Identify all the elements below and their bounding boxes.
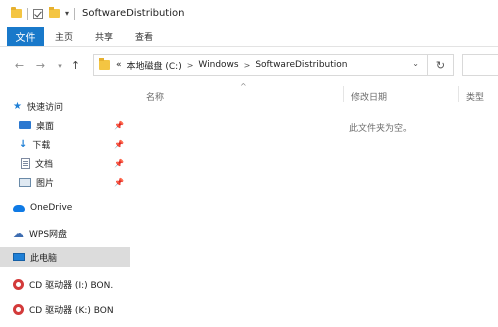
column-divider[interactable] (343, 86, 344, 102)
column-header-name[interactable]: 名称 (146, 90, 164, 103)
breadcrumb-softwaredistribution[interactable]: SoftwareDistribution (255, 60, 347, 70)
sidebar-item-quick-access[interactable]: ★ 快速访问 (0, 96, 130, 116)
pin-icon: 📌 (114, 120, 124, 130)
cd-drive-icon (13, 278, 24, 290)
ribbon-tabs: 文件 主页 共享 查看 (0, 27, 498, 47)
empty-folder-message: 此文件夹为空。 (349, 124, 413, 134)
search-input[interactable] (462, 54, 498, 76)
desktop-icon (19, 121, 31, 129)
sidebar-item-label: 快速访问 (26, 102, 63, 113)
wps-cloud-icon: ☁ (13, 226, 24, 240)
recent-locations-dropdown[interactable]: ▾ (54, 62, 66, 70)
tab-home[interactable]: 主页 (44, 27, 84, 46)
sidebar-item-this-pc[interactable]: 此电脑 (0, 247, 130, 267)
up-arrow-icon[interactable]: ↑ (68, 59, 83, 72)
refresh-button[interactable]: ↻ (428, 54, 454, 76)
sidebar-item-label: 图片 (36, 178, 55, 189)
document-icon (21, 157, 30, 169)
new-folder-icon[interactable] (49, 7, 60, 18)
star-icon: ★ (13, 100, 22, 112)
sidebar-item-pictures[interactable]: 图片 📌 (0, 172, 130, 192)
sidebar-item-downloads[interactable]: ↓ 下载 📌 (0, 134, 130, 154)
onedrive-cloud-icon (13, 204, 25, 212)
properties-icon[interactable] (33, 8, 43, 19)
folder-icon (11, 7, 22, 18)
sidebar-item-label: OneDrive (30, 203, 73, 213)
sidebar-item-wps[interactable]: ☁ WPS网盘 (0, 223, 130, 243)
sidebar-item-label: CD 驱动器 (I:) BON. (29, 280, 114, 291)
sidebar-item-label: 下载 (32, 140, 51, 151)
breadcrumb-windows[interactable]: Windows (198, 60, 238, 70)
title-bar: ▾ SoftwareDistribution (0, 0, 498, 27)
computer-icon (13, 253, 25, 261)
sidebar-item-cd-drive-k[interactable]: CD 驱动器 (K:) BON (0, 299, 130, 319)
chevron-right-icon[interactable]: > (244, 61, 251, 70)
window-title: SoftwareDistribution (82, 8, 185, 19)
sidebar-item-onedrive[interactable]: OneDrive (0, 198, 130, 218)
pin-icon: 📌 (114, 139, 124, 149)
toolbar-divider (74, 7, 76, 20)
navigation-pane: ★ 快速访问 桌面 📌 ↓ 下载 📌 文档 📌 图片 📌 OneDrive ☁ … (0, 84, 130, 327)
toolbar-divider (27, 7, 28, 20)
sidebar-item-desktop[interactable]: 桌面 📌 (0, 115, 130, 135)
refresh-icon: ↻ (435, 58, 446, 72)
column-divider[interactable] (458, 86, 459, 102)
breadcrumb-overflow[interactable]: « (116, 60, 122, 70)
tab-share[interactable]: 共享 (84, 27, 124, 46)
back-arrow-icon[interactable]: ← (12, 59, 27, 72)
breadcrumb-local-disk[interactable]: 本地磁盘 (C:) (127, 59, 182, 72)
column-header-type[interactable]: 类型 (466, 90, 484, 103)
sidebar-item-label: CD 驱动器 (K:) BON (29, 305, 114, 316)
address-bar[interactable]: « 本地磁盘 (C:) > Windows > SoftwareDistribu… (93, 54, 428, 76)
sidebar-item-label: 此电脑 (30, 253, 58, 264)
sidebar-item-cd-drive-i[interactable]: CD 驱动器 (I:) BON. (0, 274, 130, 294)
cd-drive-icon (13, 303, 24, 315)
forward-arrow-icon[interactable]: → (33, 59, 48, 72)
pictures-icon (19, 177, 31, 187)
tab-file[interactable]: 文件 (7, 27, 44, 46)
sidebar-item-label: WPS网盘 (29, 229, 68, 240)
folder-icon (99, 58, 110, 70)
column-header-date-modified[interactable]: 修改日期 (351, 90, 387, 103)
chevron-right-icon[interactable]: > (187, 61, 194, 70)
chevron-down-icon[interactable]: ⌄ (412, 59, 419, 68)
pin-icon: 📌 (114, 177, 124, 187)
sidebar-item-label: 桌面 (36, 121, 55, 132)
sort-ascending-icon: ^ (240, 82, 247, 91)
sidebar-item-documents[interactable]: 文档 📌 (0, 153, 130, 173)
sidebar-item-label: 文档 (35, 159, 54, 170)
download-icon: ↓ (19, 138, 28, 150)
quick-access-dropdown[interactable]: ▾ (65, 9, 69, 18)
tab-view[interactable]: 查看 (124, 27, 164, 46)
navigation-bar: ← → ▾ ↑ « 本地磁盘 (C:) > Windows > Software… (0, 52, 498, 79)
pin-icon: 📌 (114, 158, 124, 168)
